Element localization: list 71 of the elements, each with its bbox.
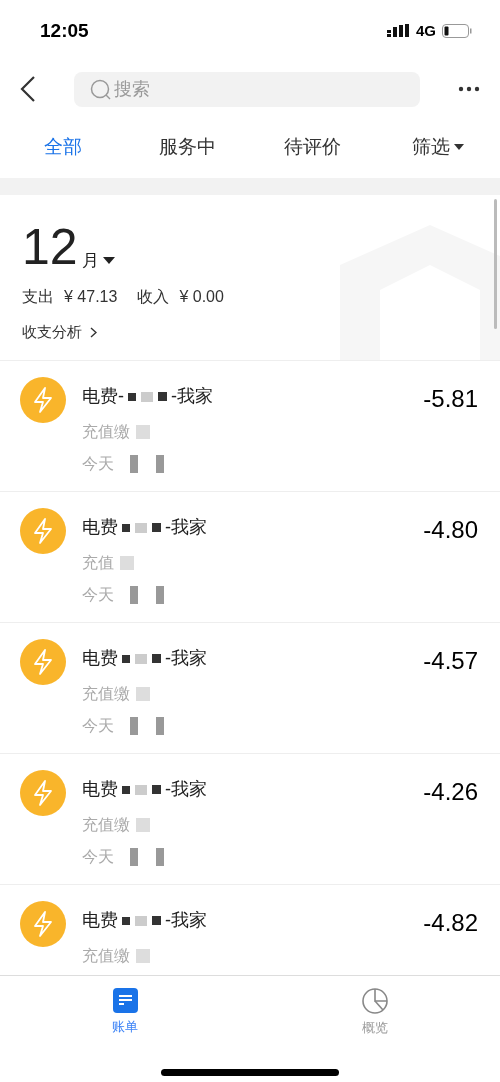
income-label: 收入 [137, 287, 170, 307]
bill-title-start: 电费- [82, 385, 124, 408]
redaction-mark [122, 784, 161, 795]
signal-icon [387, 24, 410, 38]
tab[interactable]: 筛选 [375, 116, 500, 178]
bill-subtitle: 充值 [82, 553, 114, 573]
redaction-mark [120, 556, 134, 570]
pie-chart-icon [362, 988, 388, 1014]
month-picker[interactable]: 月 [81, 247, 115, 273]
redaction-mark [136, 425, 150, 439]
redaction-mark [136, 687, 150, 701]
more-icon[interactable] [458, 86, 480, 92]
status-time: 12:05 [40, 18, 89, 43]
redaction-mark [130, 848, 164, 866]
search-field[interactable]: 搜索 [74, 71, 420, 107]
bill-subtitle: 充值缴 [82, 946, 130, 966]
bill-title-end: -我家 [165, 647, 207, 670]
bill-title-end: -我家 [165, 909, 207, 932]
bill-row[interactable]: 电费 -我家 充值缴 今天 -4.57 [0, 622, 500, 753]
bill-amount: -4.57 [423, 646, 478, 676]
bill-title-end: -我家 [171, 385, 213, 408]
battery-icon [442, 24, 472, 38]
income-amount: ¥ 0.00 [179, 287, 224, 307]
list-icon [112, 988, 138, 1013]
back-icon[interactable] [20, 76, 36, 102]
bill-amount: -4.26 [423, 777, 478, 807]
redaction-mark [122, 915, 161, 926]
bill-date: 今天 [82, 716, 114, 736]
redaction-mark [130, 455, 164, 473]
analysis-link[interactable]: 收支分析 [22, 321, 97, 344]
tab[interactable]: 待评价 [250, 116, 375, 178]
bill-date: 今天 [82, 585, 114, 605]
bill-title-start: 电费 [82, 909, 118, 932]
redaction-mark [128, 391, 167, 402]
bill-title-end: -我家 [165, 516, 207, 539]
bill-title-start: 电费 [82, 647, 118, 670]
lightning-icon [20, 508, 66, 554]
bill-row[interactable]: 电费- -我家 充值缴 今天 -5.81 [0, 360, 500, 491]
bill-row[interactable]: 电费 -我家 充值缴 今天 -4.26 [0, 753, 500, 884]
lightning-icon [20, 901, 66, 947]
chevron-icon [90, 326, 97, 338]
tab[interactable]: 服务中 [125, 116, 250, 178]
redaction-mark [122, 522, 161, 533]
redaction-mark [130, 586, 164, 604]
caret-icon [102, 256, 115, 264]
bill-amount: -5.81 [423, 384, 478, 414]
redaction-mark [136, 949, 150, 963]
bill-date: 今天 [82, 847, 114, 867]
month-number: 12 [22, 223, 78, 271]
network-label: 4G [416, 20, 436, 41]
redaction-mark [136, 818, 150, 832]
tab[interactable]: 全部 [0, 116, 125, 178]
expense-label: 支出 [22, 287, 54, 307]
bill-title-end: -我家 [165, 778, 207, 801]
bill-date: 今天 [82, 454, 114, 474]
bill-title-start: 电费 [82, 516, 118, 539]
lightning-icon [20, 377, 66, 423]
bill-subtitle: 充值缴 [82, 422, 130, 442]
redaction-mark [122, 653, 161, 664]
bill-amount: -4.80 [423, 515, 478, 545]
search-icon [90, 78, 112, 101]
expense-amount: ¥ 47.13 [64, 287, 118, 307]
lightning-icon [20, 770, 66, 816]
bill-title-start: 电费 [82, 778, 118, 801]
bill-row[interactable]: 电费 -我家 充值 今天 -4.80 [0, 491, 500, 622]
lightning-icon [20, 639, 66, 685]
redaction-mark [130, 717, 164, 735]
bill-subtitle: 充值缴 [82, 815, 130, 835]
bill-subtitle: 充值缴 [82, 684, 130, 704]
caret-icon [453, 144, 464, 150]
bill-amount: -4.82 [423, 908, 478, 938]
